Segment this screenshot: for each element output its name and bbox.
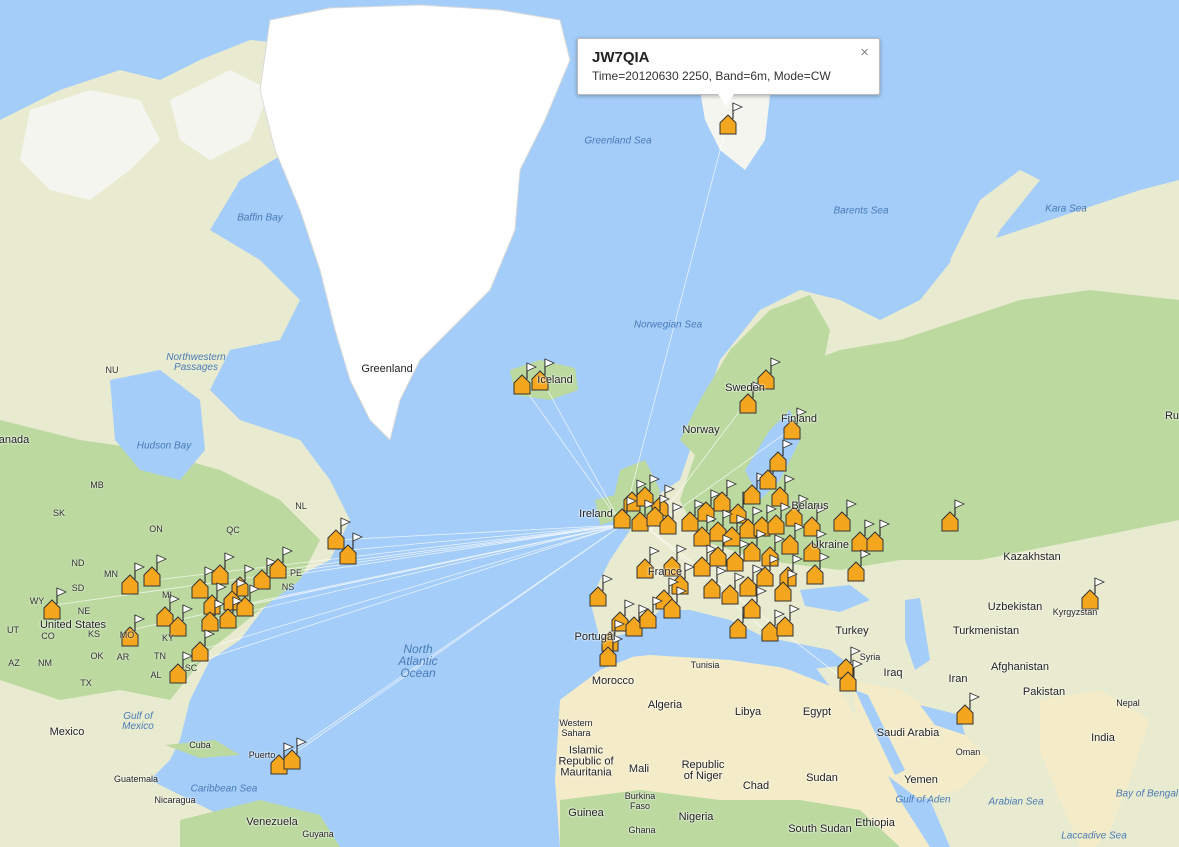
station-marker[interactable]	[283, 737, 307, 770]
map-canvas[interactable]	[0, 0, 1179, 847]
station-info-popup: JW7QIA Time=20120630 2250, Band=6m, Mode…	[577, 38, 880, 106]
close-icon[interactable]: ×	[860, 44, 869, 61]
popup-callsign: JW7QIA	[592, 49, 650, 66]
land-masses	[0, 4, 1179, 847]
popup-details: Time=20120630 2250, Band=6m, Mode=CW	[592, 69, 831, 83]
